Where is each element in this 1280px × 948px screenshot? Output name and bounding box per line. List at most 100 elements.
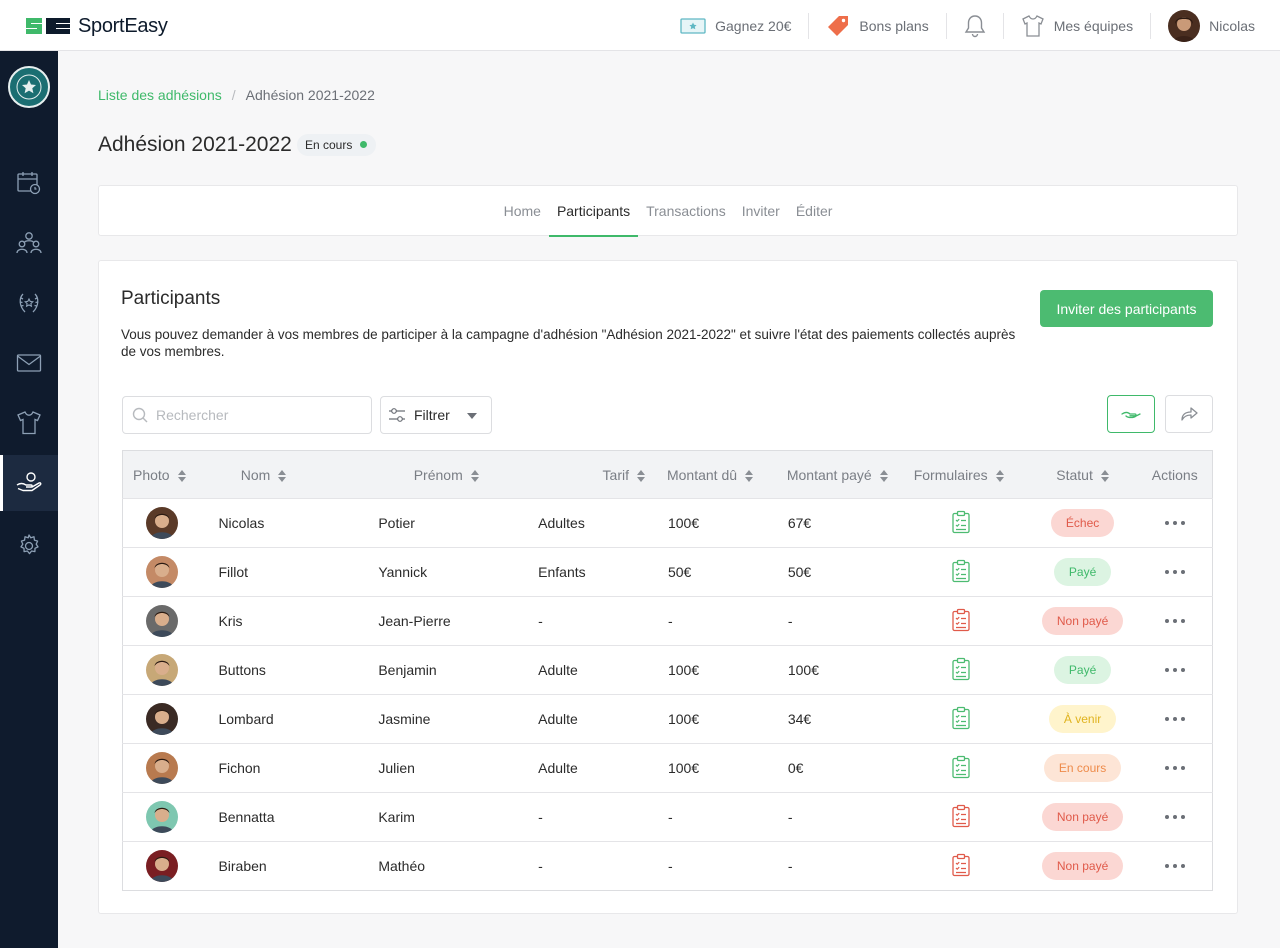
table-row[interactable]: Lombard Jasmine Adulte 100€ 34€ À venir — [122, 694, 1213, 744]
participant-avatar[interactable] — [146, 752, 178, 784]
participant-avatar[interactable] — [146, 556, 178, 588]
cell-prenom: Potier — [378, 515, 415, 531]
status-badge: À venir — [1048, 705, 1117, 733]
tab-editer[interactable]: Éditer — [788, 186, 841, 236]
participants-card: Participants Vous pouvez demander à vos … — [98, 260, 1238, 914]
cell-actions — [1138, 793, 1213, 842]
sort-icon — [636, 469, 645, 482]
participant-avatar[interactable] — [146, 801, 178, 833]
cell-prenom: Julien — [378, 760, 415, 776]
cell-montant-du: 100€ — [667, 515, 700, 531]
breadcrumb-parent-link[interactable]: Liste des adhésions — [98, 87, 222, 103]
tab-participants[interactable]: Participants — [548, 186, 639, 237]
sidebar-item-members[interactable] — [0, 215, 58, 271]
table-row[interactable]: Fichon Julien Adulte 100€ 0€ En cours — [122, 743, 1213, 793]
sidebar-item-messages[interactable] — [0, 335, 58, 391]
cell-formulaires[interactable] — [903, 695, 1028, 744]
status-badge: Payé — [1053, 558, 1112, 586]
table-row[interactable]: Bennatta Karim - - - Non payé — [122, 792, 1213, 842]
row-actions-menu-icon[interactable] — [1138, 521, 1212, 525]
cell-formulaires[interactable] — [903, 548, 1028, 597]
cell-formulaires[interactable] — [903, 744, 1028, 793]
participant-avatar[interactable] — [146, 605, 178, 637]
col-statut[interactable]: Statut — [1028, 451, 1138, 499]
form-missing-icon — [952, 804, 970, 827]
col-tarif[interactable]: Tarif — [526, 451, 657, 499]
form-complete-icon — [952, 706, 970, 729]
row-actions-menu-icon[interactable] — [1138, 766, 1212, 770]
form-complete-icon — [952, 657, 970, 680]
cell-statut: Non payé — [1028, 597, 1138, 646]
notifications-button[interactable] — [945, 12, 1003, 39]
table-row[interactable]: Nicolas Potier Adultes 100€ 67€ Échec — [122, 498, 1213, 548]
gagnez-label: Gagnez 20€ — [715, 17, 792, 34]
sporteasy-logo[interactable]: SportEasy — [24, 13, 168, 39]
sidebar-item-settings[interactable] — [0, 518, 58, 574]
cell-actions — [1138, 695, 1213, 744]
form-complete-icon — [952, 755, 970, 778]
table-header-row: Photo Nom Prénom Tarif Montant dû Montan… — [122, 450, 1213, 499]
tab-inviter[interactable]: Inviter — [734, 186, 788, 236]
col-formulaires[interactable]: Formulaires — [903, 451, 1028, 499]
cell-photo — [123, 793, 207, 842]
cell-formulaires[interactable] — [903, 646, 1028, 695]
tag-icon — [828, 15, 849, 36]
bell-icon — [964, 14, 985, 37]
participant-avatar[interactable] — [146, 850, 178, 882]
col-photo[interactable]: Photo — [123, 451, 207, 499]
club-star-icon — [16, 74, 42, 100]
cell-photo — [123, 646, 207, 695]
participant-avatar[interactable] — [146, 703, 178, 735]
sort-icon — [995, 469, 1004, 482]
sidebar-item-trophies[interactable] — [0, 275, 58, 331]
cell-formulaires[interactable] — [903, 499, 1028, 548]
sidebar-item-payments[interactable] — [0, 455, 58, 511]
form-missing-icon — [952, 608, 970, 631]
sidebar-item-equipment[interactable] — [0, 395, 58, 451]
sidebar-item-calendar[interactable] — [0, 155, 58, 211]
cell-actions — [1138, 842, 1213, 891]
invite-participants-button[interactable]: Inviter des participants — [1040, 290, 1213, 327]
payment-reminder-button[interactable] — [1107, 395, 1155, 433]
row-actions-menu-icon[interactable] — [1138, 864, 1212, 868]
row-actions-menu-icon[interactable] — [1138, 619, 1212, 623]
gear-icon — [20, 534, 39, 555]
col-prenom[interactable]: Prénom — [366, 451, 526, 499]
status-badge: Payé — [1053, 656, 1112, 684]
export-button[interactable] — [1165, 395, 1213, 433]
row-actions-menu-icon[interactable] — [1138, 570, 1212, 574]
cell-tarif: Adulte — [538, 760, 578, 776]
table-row[interactable]: Fillot Yannick Enfants 50€ 50€ Payé — [122, 547, 1213, 597]
cell-formulaires[interactable] — [903, 842, 1028, 891]
mes-equipes-link[interactable]: Mes équipes — [1002, 12, 1150, 39]
row-actions-menu-icon[interactable] — [1138, 668, 1212, 672]
cell-formulaires[interactable] — [903, 793, 1028, 842]
tab-home[interactable]: Home — [496, 186, 549, 236]
row-actions-menu-icon[interactable] — [1138, 717, 1212, 721]
participant-avatar[interactable] — [146, 654, 178, 686]
search-input[interactable] — [156, 407, 356, 423]
cell-nom: Fillot — [218, 564, 248, 580]
bons-plans-link[interactable]: Bons plans — [808, 12, 945, 39]
row-actions-menu-icon[interactable] — [1138, 815, 1212, 819]
col-montant-paye[interactable]: Montant payé — [777, 451, 903, 499]
user-menu[interactable]: Nicolas — [1150, 9, 1280, 42]
gagnez-link[interactable]: Gagnez 20€ — [663, 13, 808, 39]
logo-text: SportEasy — [78, 14, 168, 37]
table-row[interactable]: Kris Jean-Pierre - - - Non payé — [122, 596, 1213, 646]
logo-mark-icon — [26, 18, 70, 34]
participant-avatar[interactable] — [146, 507, 178, 539]
col-nom[interactable]: Nom — [206, 451, 366, 499]
cell-montant-du: - — [667, 809, 673, 825]
col-montant-du[interactable]: Montant dû — [657, 451, 777, 499]
club-logo[interactable] — [8, 66, 50, 108]
calendar-icon — [17, 172, 41, 195]
cell-statut: Payé — [1028, 548, 1138, 597]
filter-label: Filtrer — [414, 407, 450, 423]
cell-formulaires[interactable] — [903, 597, 1028, 646]
table-row[interactable]: Biraben Mathéo - - - Non payé — [122, 841, 1213, 891]
tab-transactions[interactable]: Transactions — [638, 186, 734, 236]
status-badge: Échec — [1050, 509, 1115, 537]
filter-dropdown[interactable]: Filtrer — [380, 396, 492, 434]
table-row[interactable]: Buttons Benjamin Adulte 100€ 100€ Payé — [122, 645, 1213, 695]
